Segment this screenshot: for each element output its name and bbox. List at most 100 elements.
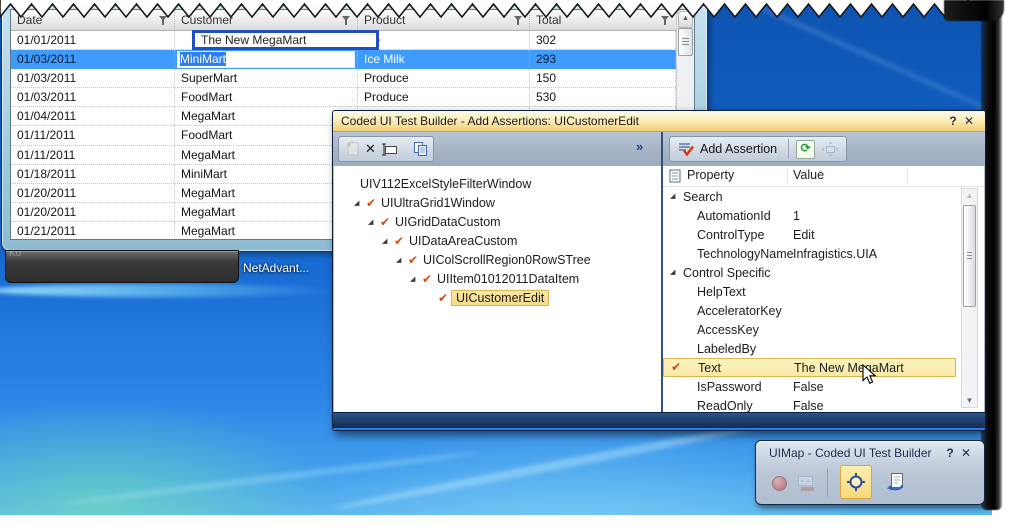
cell-date[interactable]: 01/11/2011 <box>11 126 175 144</box>
add-assertion-button[interactable]: Add Assertion <box>699 142 781 156</box>
tree-toolbar-group: ✕ <box>338 136 434 162</box>
scrollbar-thumb[interactable] <box>678 28 693 56</box>
expander-icon[interactable]: ◢ <box>354 199 366 207</box>
property-row[interactable]: AccessKey <box>663 320 984 339</box>
cell-customer[interactable]: MegaMart <box>175 203 358 221</box>
help-button[interactable]: ? <box>942 446 958 460</box>
cell-customer[interactable]: MegaMart <box>175 222 358 239</box>
table-row[interactable]: 01/03/2011 FoodMart Produce 530 <box>11 88 676 107</box>
cell-customer-editing[interactable]: MiniMart <box>175 50 358 68</box>
property-row[interactable]: IsPasswordFalse <box>663 377 984 396</box>
property-row[interactable]: AcceleratorKey <box>663 301 984 320</box>
cell-date[interactable]: 01/03/2011 <box>11 50 175 68</box>
cell-date[interactable]: 01/18/2011 <box>11 165 175 183</box>
cell-total[interactable]: 530 <box>530 88 676 106</box>
cell-total[interactable]: 150 <box>530 69 676 87</box>
property-row[interactable]: ControlTypeEdit <box>663 225 984 244</box>
property-row[interactable]: HelpText <box>663 282 984 301</box>
cell-date[interactable]: 01/20/2011 <box>11 184 175 202</box>
property-category-row[interactable]: ◢Search <box>663 187 984 206</box>
table-row[interactable]: 01/01/2011 Ice 302 The New MegaMart <box>11 31 676 50</box>
navigate-element-icon[interactable] <box>820 140 838 158</box>
property-row[interactable]: LabeledBy <box>663 339 984 358</box>
torn-edge-top <box>0 0 970 20</box>
inline-edit-field[interactable]: MiniMart <box>177 51 355 68</box>
cell-product[interactable]: Produce <box>358 69 530 87</box>
dialog-title: Coded UI Test Builder - Add Assertions: … <box>341 114 639 128</box>
property-grid-scrollbar[interactable]: ▲ ▼ <box>961 188 978 408</box>
torn-edge-corner <box>944 0 1004 21</box>
property-row[interactable]: ReadOnlyFalse <box>663 396 984 412</box>
cell-product[interactable]: Ice <box>358 31 530 49</box>
generate-code-icon[interactable] <box>882 472 906 494</box>
check-icon: ✔ <box>408 253 423 267</box>
tree-item[interactable]: ◢✔UIItem01012011DataItem <box>334 269 661 288</box>
expander-icon[interactable]: ◢ <box>410 275 422 283</box>
close-button[interactable]: ✕ <box>961 114 977 128</box>
background-window-bottom: Ko <box>5 250 239 283</box>
value-column-header[interactable]: Value <box>793 168 824 182</box>
property-grid-pane: Property Value ◢Search AutomationId1 Con… <box>663 166 984 412</box>
property-row[interactable]: AutomationId1 <box>663 206 984 225</box>
table-row-selected[interactable]: 01/03/2011 MiniMart Ice Milk 293 <box>11 50 676 69</box>
background-window-title[interactable]: NetAdvant... <box>243 261 309 275</box>
property-row[interactable]: TechnologyNameInfragistics.UIA <box>663 244 984 263</box>
cell-total[interactable]: 293 <box>530 50 676 68</box>
property-row-selected[interactable]: ✔TextThe New MegaMart <box>663 358 956 377</box>
toolbar-separator <box>788 139 789 159</box>
dialog-titlebar[interactable]: Coded UI Test Builder - Add Assertions: … <box>333 111 985 132</box>
cell-date[interactable]: 01/01/2011 <box>11 31 175 49</box>
cell-date[interactable]: 01/21/2011 <box>11 222 175 239</box>
delete-element-icon[interactable]: ✕ <box>365 140 376 158</box>
cell-customer[interactable]: FoodMart <box>175 88 358 106</box>
cell-date[interactable]: 01/04/2011 <box>11 107 175 125</box>
cell-customer[interactable]: FoodMart <box>175 126 358 144</box>
tree-item[interactable]: ◢✔UIDataAreaCustom <box>334 231 661 250</box>
property-column-header[interactable]: Property <box>687 168 734 182</box>
cell-date[interactable]: 01/03/2011 <box>11 88 175 106</box>
tree-item[interactable]: UIV112ExcelStyleFilterWindow <box>334 174 661 193</box>
cell-date[interactable]: 01/20/2011 <box>11 203 175 221</box>
uimap-toolbar-window: UIMap - Coded UI Test Builder ? ✕ <box>755 440 985 505</box>
scrollbar-thumb[interactable] <box>963 205 976 307</box>
crosshair-icon <box>846 472 866 492</box>
cell-customer[interactable]: MiniMart <box>175 165 358 183</box>
help-button[interactable]: ? <box>945 114 961 128</box>
expand-toolbar-chevron[interactable]: » <box>636 139 643 154</box>
cell-product[interactable]: Produce <box>358 88 530 106</box>
table-row[interactable]: 01/03/2011 SuperMart Produce 150 <box>11 69 676 88</box>
uimap-titlebar[interactable]: UIMap - Coded UI Test Builder ? ✕ <box>756 441 984 463</box>
cell-customer[interactable]: MegaMart <box>175 146 358 164</box>
coded-ui-test-builder-dialog: Coded UI Test Builder - Add Assertions: … <box>332 110 986 431</box>
tree-item-selected[interactable]: ✔UICustomerEdit <box>334 288 661 307</box>
tree-item[interactable]: ◢✔UIColScrollRegion0RowSTree <box>334 250 661 269</box>
cell-date[interactable]: 01/03/2011 <box>11 69 175 87</box>
refresh-icon[interactable]: ⟳ <box>796 140 815 159</box>
pane-splitter[interactable] <box>661 132 663 412</box>
show-recorded-steps-icon[interactable] <box>797 474 815 492</box>
cell-product[interactable]: Ice Milk <box>358 50 530 68</box>
copy-icon[interactable] <box>412 140 428 158</box>
thumb-grip <box>682 38 689 45</box>
cell-date[interactable]: 01/11/2011 <box>11 146 175 164</box>
rename-element-icon[interactable] <box>381 140 398 158</box>
cell-total[interactable]: 302 <box>530 31 676 49</box>
expander-icon[interactable]: ◢ <box>368 218 380 226</box>
expander-icon[interactable]: ◢ <box>670 192 675 200</box>
add-element-icon[interactable] <box>345 140 360 158</box>
expander-icon[interactable]: ◢ <box>670 268 675 276</box>
expander-icon[interactable]: ◢ <box>396 256 408 264</box>
tree-item[interactable]: ◢✔UIGridDataCustom <box>334 212 661 231</box>
expander-icon[interactable]: ◢ <box>382 237 394 245</box>
record-button[interactable] <box>772 476 787 491</box>
property-category-row[interactable]: ◢Control Specific <box>663 263 984 282</box>
scroll-down-button[interactable]: ▼ <box>962 396 977 405</box>
close-button[interactable]: ✕ <box>958 446 974 460</box>
cell-customer[interactable]: MegaMart <box>175 184 358 202</box>
assertion-target-highlight-box[interactable]: The New MegaMart <box>192 30 379 50</box>
add-assertions-crosshair-button[interactable] <box>840 465 872 499</box>
cell-customer[interactable]: SuperMart <box>175 69 358 87</box>
scroll-up-button[interactable]: ▲ <box>962 191 977 200</box>
tree-item[interactable]: ◢✔UIUltraGrid1Window <box>334 193 661 212</box>
cell-customer[interactable]: MegaMart <box>175 107 358 125</box>
